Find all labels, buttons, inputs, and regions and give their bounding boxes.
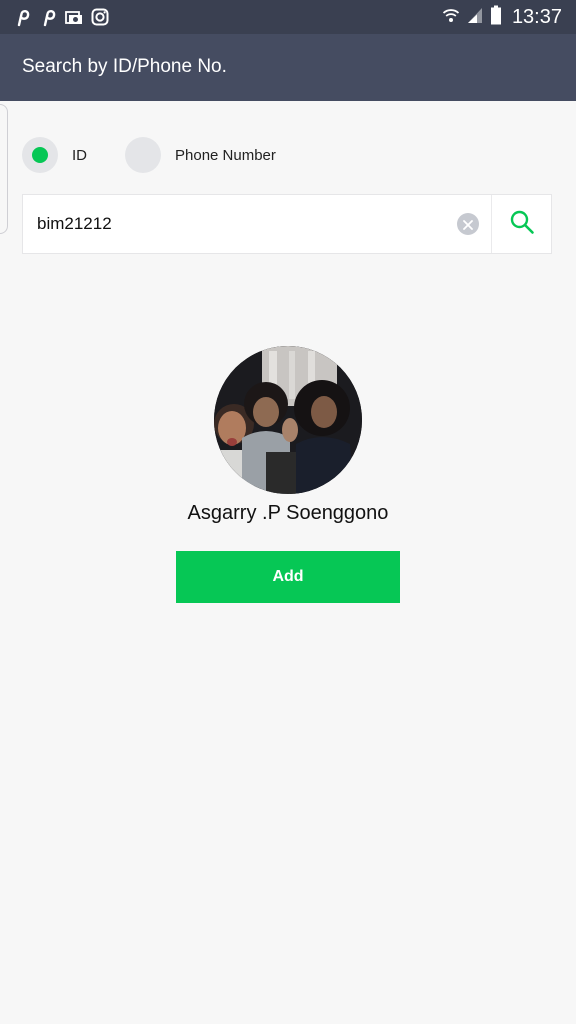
search-type-selector: ID Phone Number <box>22 136 562 174</box>
search-box <box>22 194 552 254</box>
instagram-icon <box>90 7 110 27</box>
divider <box>491 195 492 253</box>
radio-label-phone-number: Phone Number <box>175 146 276 164</box>
pinterest-icon <box>38 7 58 27</box>
page-title: Search by ID/Phone No. <box>22 56 227 77</box>
clock: 13:37 <box>511 5 562 28</box>
app-header: Search by ID/Phone No. <box>0 34 576 101</box>
signal-icon <box>466 6 484 28</box>
radio-button-phone-number[interactable] <box>125 137 161 173</box>
battery-icon <box>490 5 502 29</box>
wifi-icon <box>442 6 460 28</box>
radio-option-phone-number[interactable]: Phone Number <box>125 136 276 174</box>
search-button[interactable] <box>493 195 551 253</box>
notification-icons <box>12 6 110 28</box>
status-bar: 13:37 <box>0 0 576 34</box>
search-icon <box>509 209 535 239</box>
system-icons: 13:37 <box>442 5 562 29</box>
radio-label-id: ID <box>72 146 87 164</box>
search-input[interactable] <box>37 205 447 243</box>
radio-option-id[interactable]: ID <box>22 136 87 174</box>
profile-name: Asgarry .P Soenggono <box>187 502 389 524</box>
gallery-icon <box>64 7 84 27</box>
add-friend-button[interactable]: Add <box>176 551 400 603</box>
radio-selected-dot <box>32 147 48 163</box>
clear-button[interactable] <box>457 213 479 235</box>
close-icon <box>463 215 473 234</box>
pinterest-icon <box>12 7 32 27</box>
profile-photo <box>214 346 362 494</box>
radio-button-id[interactable] <box>22 137 58 173</box>
avatar[interactable] <box>214 346 362 494</box>
edge-panel-handle[interactable] <box>0 104 8 234</box>
